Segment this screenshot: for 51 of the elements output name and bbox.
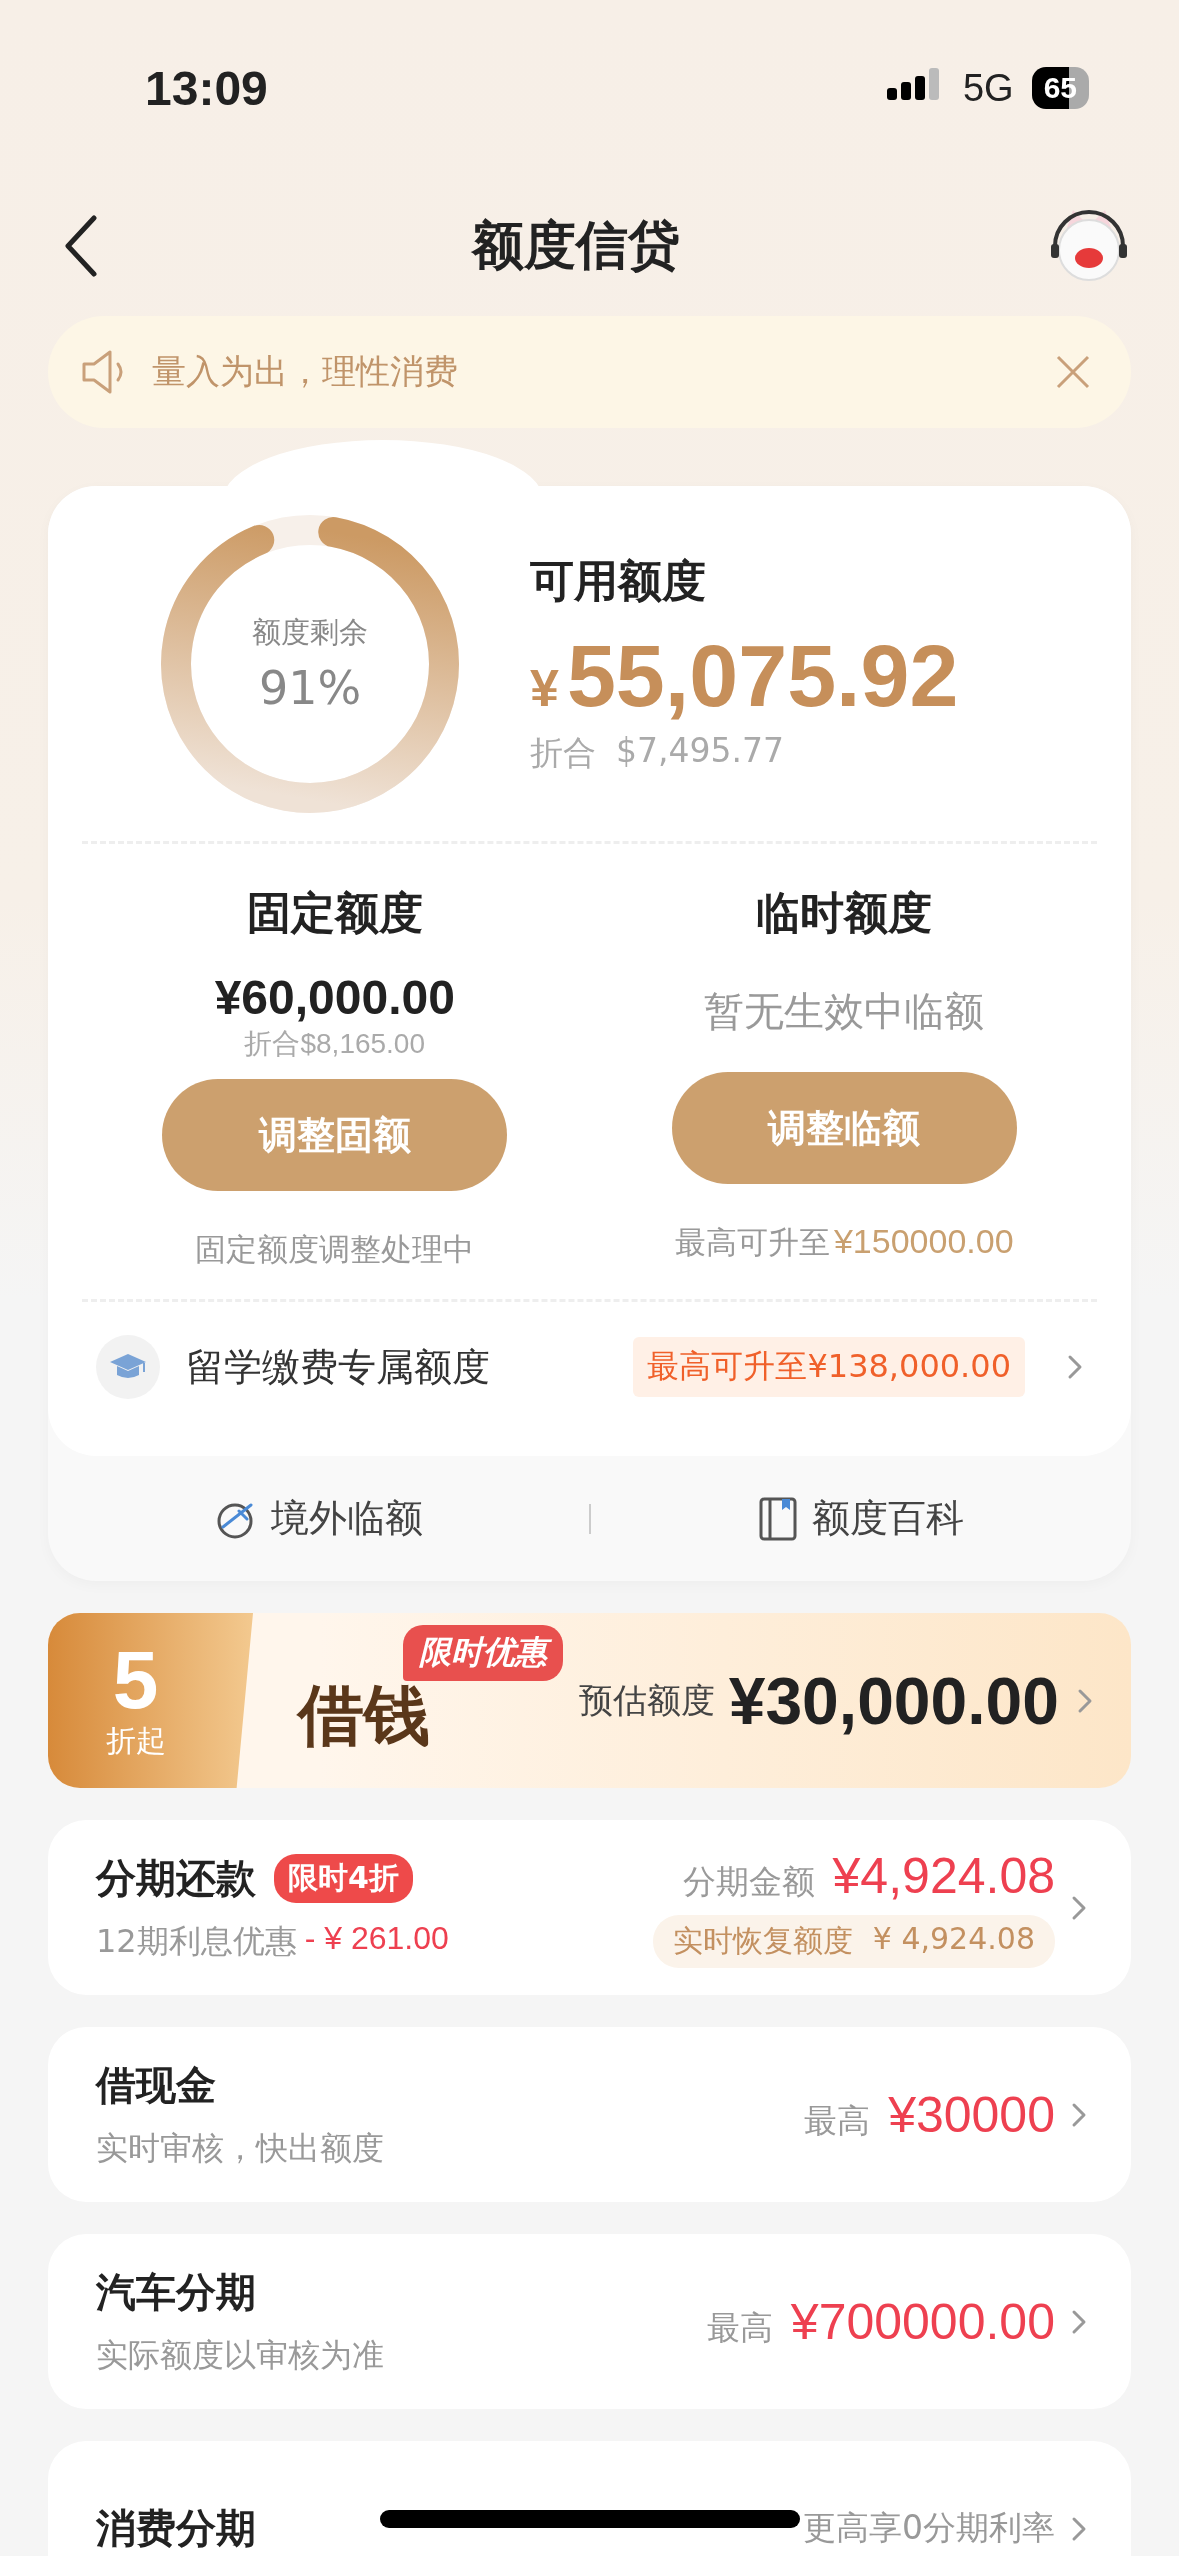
book-icon [757, 1495, 798, 1542]
product-amount: ¥4,924.08 [832, 1847, 1055, 1905]
limit-note: 最高可升至 [674, 1223, 830, 1262]
product-title: 分期还款 [96, 1854, 256, 1903]
ring-percent: 91% [258, 660, 362, 715]
product-amount: ¥30000 [888, 2085, 1055, 2144]
limit-note: 固定额度调整处理中 [195, 1230, 475, 1269]
discount-value: - ¥ 261.00 [304, 1920, 449, 1958]
converted-amount: $7,495.77 [616, 730, 784, 772]
product-title: 汽车分期 [96, 2268, 256, 2317]
amount-label: 最高 [804, 2099, 871, 2142]
ring-label: 额度剩余 [252, 613, 368, 651]
product-amount: ¥700000.00 [790, 2292, 1055, 2351]
product-subtitle: 实际额度以审核为准 [96, 2335, 384, 2376]
notice-text: 量入为出，理性消费 [152, 350, 459, 393]
amount-label: 最高 [706, 2306, 773, 2349]
amount-label: 更高享0分期利率 [803, 2507, 1055, 2549]
product-subtitle: 12期利息优惠 [96, 1921, 297, 1962]
converted-amount: 折合$8,165.00 [244, 1027, 426, 1061]
available-quota-title: 可用额度 [530, 553, 707, 608]
study-quota-label[interactable]: 留学缴费专属额度 [186, 1341, 608, 1393]
overseas-limit-link[interactable]: 境外临额 [48, 1492, 589, 1545]
limit-status: 暂无生效中临额 [704, 987, 985, 1036]
product-card[interactable]: 汽车分期 实际额度以审核为准 最高 ¥700000.00 [48, 2234, 1131, 2409]
quota-wiki-link[interactable]: 额度百科 [590, 1492, 1131, 1545]
limit-title: 临时额度 [756, 886, 933, 940]
currency-symbol: ¥ [530, 657, 559, 718]
product-title: 消费分期 [96, 2504, 256, 2553]
product-card[interactable]: 分期还款 限时4折 12期利息优惠 - ¥ 261.00 分期金额 ¥4,924.08 实时恢复额度 ¥ 4,924.08 [48, 1820, 1131, 1995]
product-card[interactable]: 借现金 实时审核，快出额度 最高 ¥30000 [48, 2027, 1131, 2202]
limit-title: 固定额度 [246, 886, 423, 940]
max-limit-badge: 最高可升至¥138,000.00 [633, 1337, 1025, 1397]
product-title: 借现金 [96, 2061, 216, 2110]
restore-quota-chip: 实时恢复额度 ¥ 4,924.08 [652, 1915, 1055, 1968]
estimate-amount: ¥30,000.00 [728, 1662, 1059, 1739]
amount-label: 分期金额 [682, 1861, 815, 1903]
page-title: 额度信贷 [471, 214, 680, 277]
loan-banner[interactable]: 5 折起 限时优惠 借钱 预估额度 ¥30,000.00 [48, 1613, 1131, 1788]
product-card[interactable]: 消费分期 更高享0分期利率 [48, 2441, 1131, 2556]
limit-max-amount: ¥150000.00 [833, 1222, 1014, 1261]
product-subtitle: 实时审核，快出额度 [96, 2128, 384, 2169]
promo-tag: 限时优惠 [403, 1625, 563, 1681]
available-amount: 55,075.92 [566, 624, 959, 727]
discount-number: 5 [112, 1639, 159, 1721]
network-label: 5G [962, 66, 1014, 110]
discount-unit: 折起 [105, 1722, 166, 1760]
converted-label: 折合 [530, 731, 596, 774]
estimate-label: 预估额度 [578, 1678, 715, 1722]
promo-tag: 限时4折 [274, 1854, 413, 1903]
status-time: 13:09 [145, 60, 268, 116]
limit-amount: ¥60,000.00 [214, 970, 455, 1025]
